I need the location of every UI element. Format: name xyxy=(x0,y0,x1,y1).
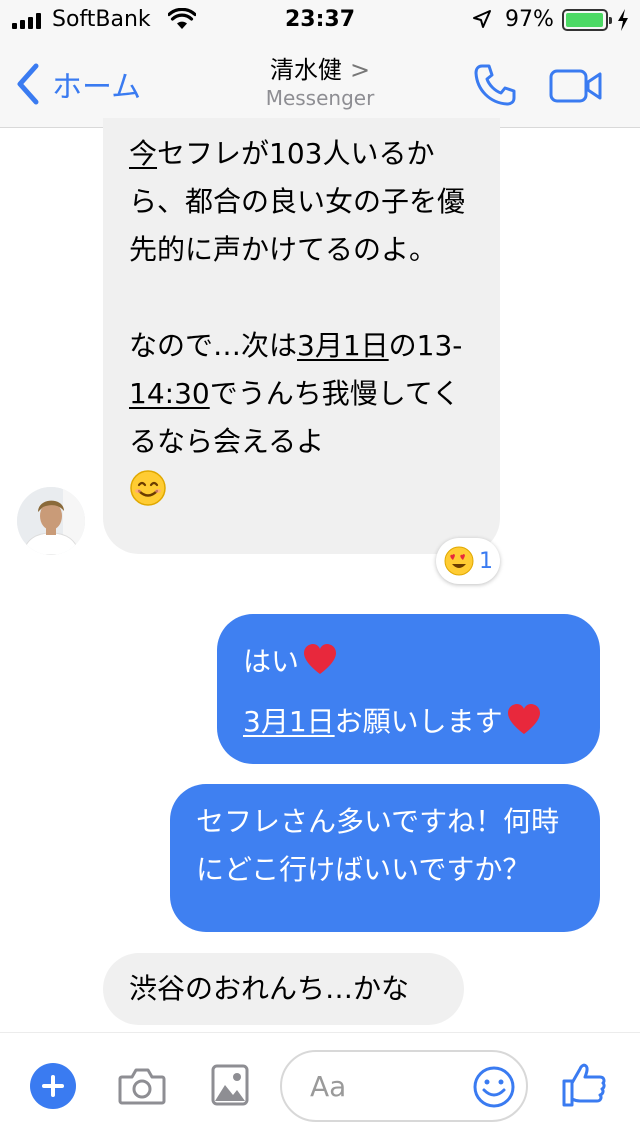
heart-eyes-icon xyxy=(444,546,474,576)
location-arrow-icon xyxy=(473,10,491,28)
smiling-face-icon xyxy=(130,470,166,506)
phone-icon[interactable] xyxy=(472,62,518,108)
conversation-header: ホーム 清水健 > Messenger xyxy=(0,40,640,128)
plus-icon[interactable] xyxy=(30,1063,76,1109)
message-bubble-incoming[interactable]: 渋谷のおれんち…かな xyxy=(103,953,464,1025)
message-bubble-outgoing[interactable]: はい 3月1日お願いします xyxy=(217,614,600,764)
message-input[interactable] xyxy=(310,1064,460,1108)
message-reaction[interactable]: 1 xyxy=(436,538,500,584)
chevron-right-icon: > xyxy=(349,56,371,84)
header-subtitle: Messenger xyxy=(265,86,375,110)
time-link[interactable]: 14:30 xyxy=(129,377,210,410)
battery-percent: 97% xyxy=(505,7,554,32)
image-icon[interactable] xyxy=(210,1063,250,1107)
charging-bolt-icon xyxy=(618,9,628,31)
message-text: セフレさん多いですね！何時にどこ行けばいいですか？ xyxy=(196,805,560,886)
contact-avatar[interactable] xyxy=(17,487,85,555)
composer-bar xyxy=(0,1032,640,1136)
contact-name: 清水健 xyxy=(269,56,342,84)
message-bubble-outgoing[interactable]: セフレさん多いですね！何時にどこ行けばいいですか？ xyxy=(170,784,600,932)
date-link[interactable]: 3月1日 xyxy=(297,329,389,362)
reaction-count: 1 xyxy=(479,548,493,574)
message-input-field[interactable] xyxy=(280,1050,528,1122)
emoji-icon[interactable] xyxy=(472,1065,516,1109)
message-bubble-incoming[interactable]: 今セフレが103人いるから、都合の良い女の子を優先的に声かけてるのよ。 なので…… xyxy=(103,118,500,554)
battery-icon xyxy=(562,9,612,31)
date-link[interactable]: 3月1日 xyxy=(243,705,335,738)
red-heart-icon xyxy=(507,704,540,734)
message-text: 渋谷のおれんち…かな xyxy=(129,972,410,1005)
camera-icon[interactable] xyxy=(118,1065,166,1107)
status-bar: SoftBank 23:37 97% xyxy=(0,0,640,40)
thumbs-up-icon[interactable] xyxy=(560,1061,608,1109)
contact-name-button[interactable]: 清水健 > xyxy=(0,50,640,85)
video-camera-icon[interactable] xyxy=(549,68,603,104)
red-heart-icon xyxy=(304,644,337,674)
